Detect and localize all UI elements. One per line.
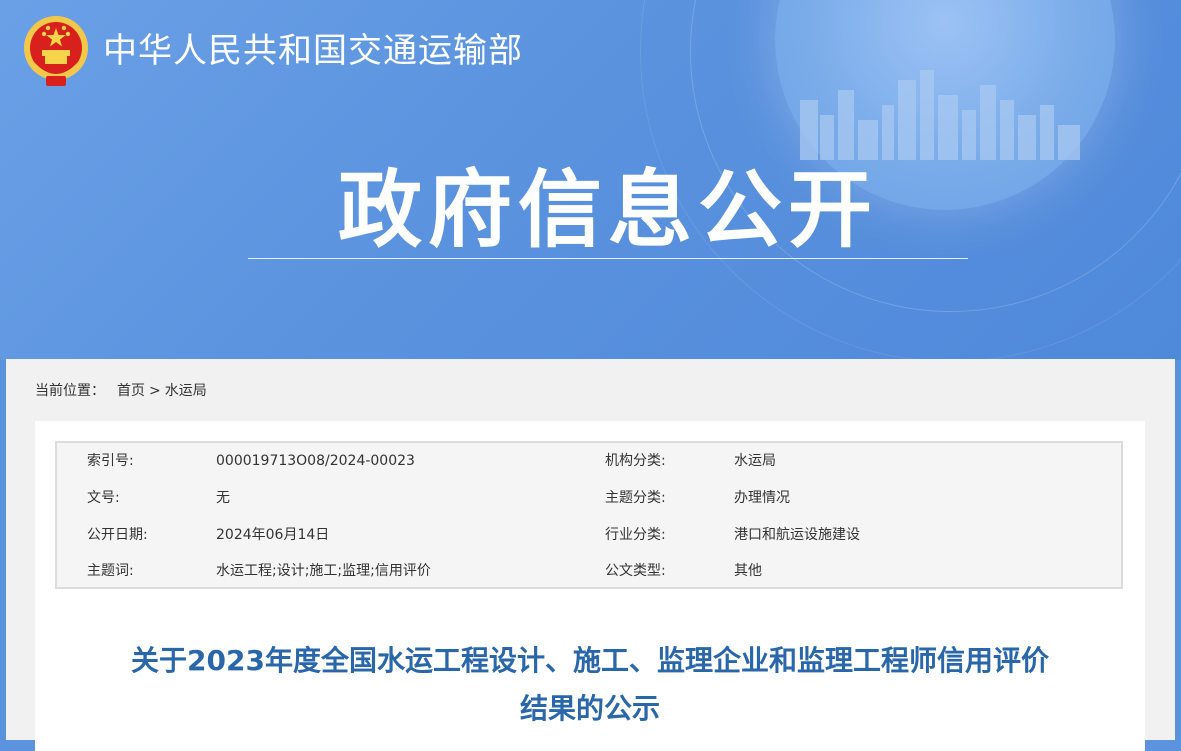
article-title: 关于2023年度全国水运工程设计、施工、监理企业和监理工程师信用评价 结果的公示 bbox=[35, 637, 1145, 733]
metadata-row: 主题词: 水运工程;设计;施工;监理;信用评价 公文类型: 其他 bbox=[57, 561, 1121, 597]
publish-date-value: 2024年06月14日 bbox=[216, 527, 330, 543]
breadcrumb-separator: > bbox=[149, 383, 161, 399]
metadata-row: 公开日期: 2024年06月14日 行业分类: 港口和航运设施建设 bbox=[57, 525, 1121, 561]
industry-category-value: 港口和航运设施建设 bbox=[734, 527, 860, 543]
metadata-row: 文号: 无 主题分类: 办理情况 bbox=[57, 488, 1121, 524]
national-emblem-icon bbox=[24, 16, 88, 86]
breadcrumb-label: 当前位置： bbox=[35, 383, 105, 399]
index-number-label: 索引号: bbox=[87, 453, 134, 469]
site-title[interactable]: 中华人民共和国交通运输部 bbox=[103, 28, 523, 74]
city-skyline-icon bbox=[800, 70, 1080, 160]
topic-category-value: 办理情况 bbox=[734, 490, 790, 506]
index-number-value: 000019713O08/2024-00023 bbox=[216, 453, 415, 469]
banner-heading: 政府信息公开 bbox=[337, 161, 878, 259]
article-panel: 索引号: 000019713O08/2024-00023 机构分类: 水运局 文… bbox=[35, 421, 1145, 751]
agency-category-label: 机构分类: bbox=[605, 453, 666, 469]
banner-divider bbox=[248, 258, 968, 259]
article-title-line-1: 关于2023年度全国水运工程设计、施工、监理企业和监理工程师信用评价 bbox=[131, 644, 1049, 677]
document-type-label: 公文类型: bbox=[605, 563, 666, 579]
article-title-line-2: 结果的公示 bbox=[519, 692, 660, 725]
breadcrumb: 当前位置： 首页 > 水运局 bbox=[35, 381, 207, 401]
document-number-value: 无 bbox=[216, 490, 230, 506]
document-number-label: 文号: bbox=[87, 490, 120, 506]
keywords-label: 主题词: bbox=[87, 563, 134, 579]
agency-category-value: 水运局 bbox=[734, 453, 776, 469]
document-type-value: 其他 bbox=[734, 563, 762, 579]
content-area: 当前位置： 首页 > 水运局 索引号: 000019713O08/2024-00023… bbox=[6, 359, 1175, 751]
industry-category-label: 行业分类: bbox=[605, 527, 666, 543]
publish-date-label: 公开日期: bbox=[87, 527, 148, 543]
metadata-table: 索引号: 000019713O08/2024-00023 机构分类: 水运局 文… bbox=[55, 441, 1123, 589]
breadcrumb-home-link[interactable]: 首页 bbox=[117, 383, 145, 399]
header-banner: 中华人民共和国交通运输部 政府信息公开 bbox=[0, 0, 1181, 360]
keywords-value: 水运工程;设计;施工;监理;信用评价 bbox=[216, 563, 431, 579]
metadata-row: 索引号: 000019713O08/2024-00023 机构分类: 水运局 bbox=[57, 451, 1121, 487]
breadcrumb-current-link[interactable]: 水运局 bbox=[165, 383, 207, 399]
page-border-right bbox=[1175, 360, 1181, 740]
topic-category-label: 主题分类: bbox=[605, 490, 666, 506]
